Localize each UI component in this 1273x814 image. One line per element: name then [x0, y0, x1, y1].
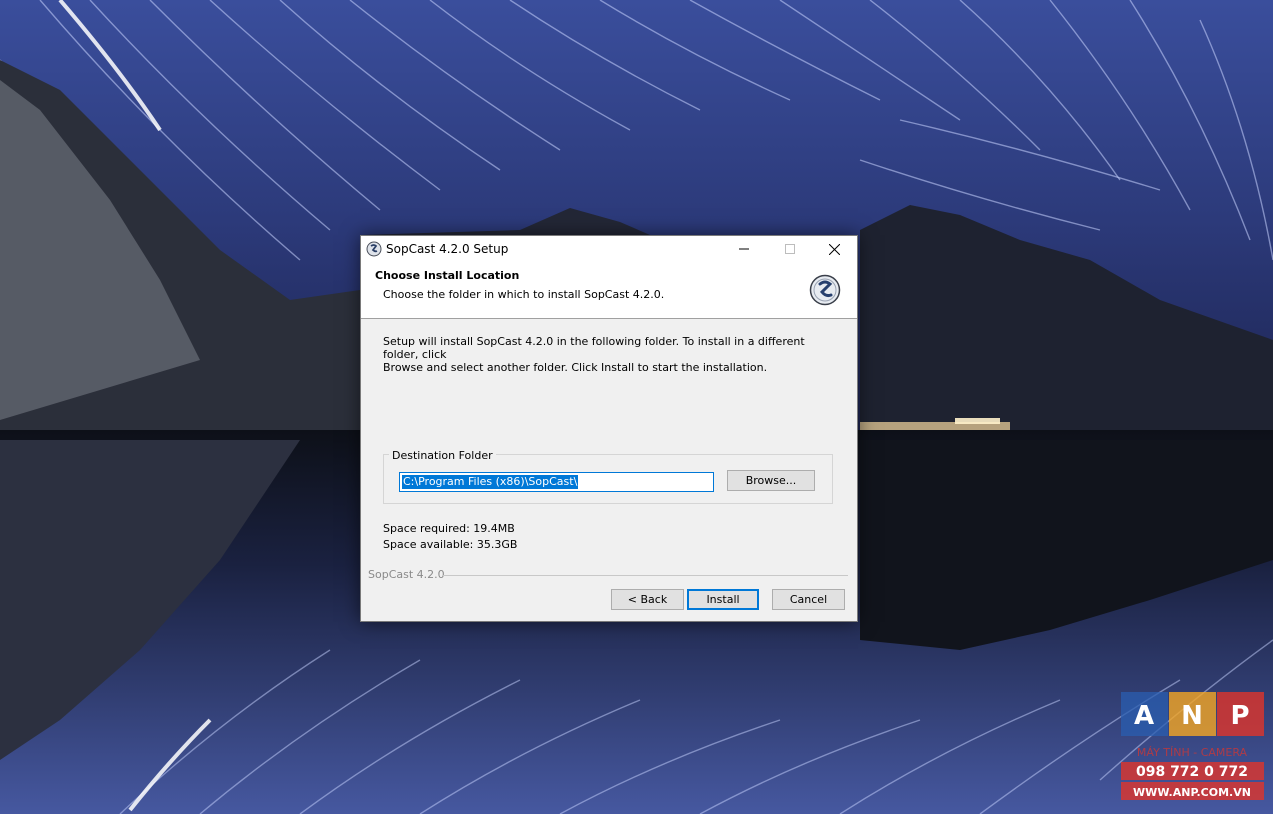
footer-divider: [443, 575, 848, 576]
intro-text: Setup will install SopCast 4.2.0 in the …: [383, 335, 833, 374]
page-title: Choose Install Location: [375, 269, 520, 282]
space-available-text: Space available: 35.3GB: [383, 538, 518, 551]
sopcast-icon: [366, 241, 382, 257]
back-button[interactable]: < Back: [611, 589, 684, 610]
minimize-button[interactable]: [721, 236, 767, 262]
minimize-icon: [739, 248, 749, 250]
sopcast-logo-icon: [809, 274, 841, 306]
intro-line-2: Browse and select another folder. Click …: [383, 361, 768, 374]
intro-line-1: Setup will install SopCast 4.2.0 in the …: [383, 335, 805, 361]
title-bar[interactable]: SopCast 4.2.0 Setup: [361, 236, 857, 262]
anp-logo: A N P MÁY TÍNH - CAMERA 098 772 0 772 WW…: [1121, 692, 1264, 800]
destination-path-value: C:\Program Files (x86)\SopCast\: [402, 475, 579, 489]
anp-letter-n: N: [1181, 701, 1203, 731]
anp-letter-p: P: [1230, 701, 1249, 731]
page-subtitle: Choose the folder in which to install So…: [383, 288, 665, 301]
install-button[interactable]: Install: [687, 589, 759, 610]
close-button[interactable]: [811, 236, 857, 262]
space-required-text: Space required: 19.4MB: [383, 522, 515, 535]
anp-site: WWW.ANP.COM.VN: [1133, 786, 1251, 799]
destination-folder-label: Destination Folder: [389, 449, 496, 462]
maximize-button: [767, 236, 813, 262]
maximize-icon: [785, 244, 795, 254]
anp-letter-a: A: [1134, 701, 1154, 731]
anp-phone: 098 772 0 772: [1136, 764, 1248, 780]
destination-path-input[interactable]: C:\Program Files (x86)\SopCast\: [399, 472, 714, 492]
close-icon: [828, 243, 840, 255]
browse-button[interactable]: Browse...: [727, 470, 815, 491]
anp-watermark: A N P MÁY TÍNH - CAMERA 098 772 0 772 WW…: [1121, 692, 1264, 804]
anp-tagline: MÁY TÍNH - CAMERA: [1137, 746, 1248, 759]
header-panel: Choose Install Location Choose the folde…: [361, 262, 857, 319]
cancel-button[interactable]: Cancel: [772, 589, 845, 610]
branding-text: SopCast 4.2.0: [368, 568, 445, 581]
setup-dialog: SopCast 4.2.0 Setup Choose Install Locat…: [360, 235, 858, 622]
window-title: SopCast 4.2.0 Setup: [386, 242, 509, 256]
